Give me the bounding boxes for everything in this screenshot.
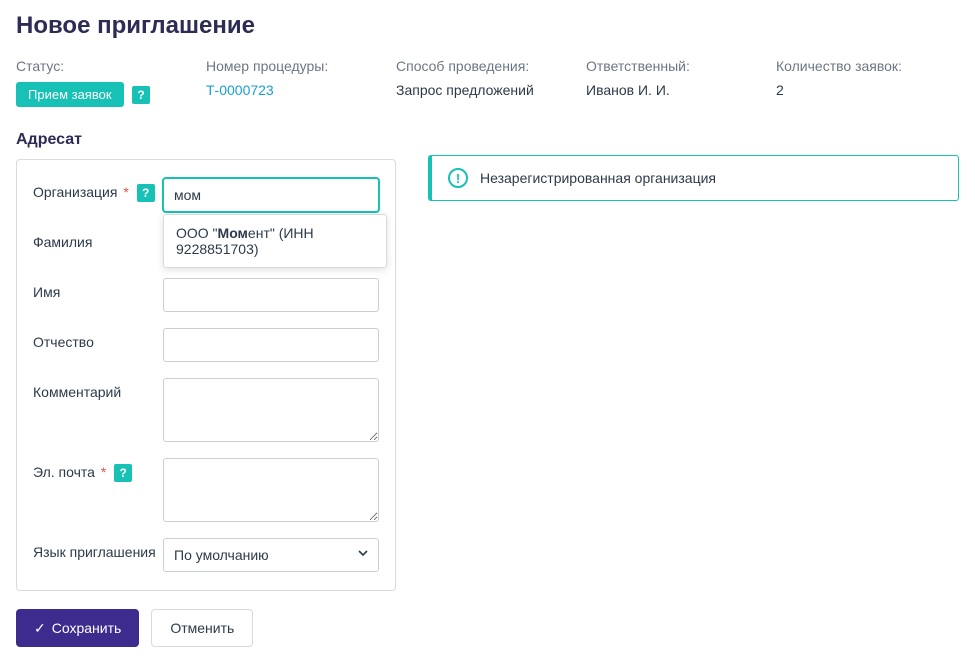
status-label: Статус: bbox=[16, 58, 156, 74]
required-marker: * bbox=[101, 464, 106, 480]
help-icon[interactable]: ? bbox=[137, 184, 155, 202]
autocomplete-item[interactable]: ООО "Момент" (ИНН 9228851703) bbox=[164, 215, 386, 267]
lang-label: Язык приглашения bbox=[33, 538, 163, 560]
email-label: Эл. почта * ? bbox=[33, 458, 163, 482]
help-icon[interactable]: ? bbox=[132, 86, 150, 104]
page-title: Новое приглашение bbox=[16, 12, 959, 40]
alert-unregistered: ! Незарегистрированная организация bbox=[428, 155, 959, 201]
middlename-label: Отчество bbox=[33, 328, 163, 350]
firstname-input[interactable] bbox=[163, 278, 379, 312]
comment-textarea[interactable] bbox=[163, 378, 379, 442]
help-icon[interactable]: ? bbox=[114, 464, 132, 482]
lastname-label: Фамилия bbox=[33, 228, 163, 250]
form-box: Организация * ? ООО "Момент" (ИНН 922885… bbox=[16, 159, 396, 591]
check-icon bbox=[34, 620, 46, 637]
firstname-label: Имя bbox=[33, 278, 163, 300]
responsible-label: Ответственный: bbox=[586, 58, 726, 74]
info-icon: ! bbox=[448, 168, 468, 188]
autocomplete-dropdown: ООО "Момент" (ИНН 9228851703) bbox=[163, 214, 387, 268]
count-label: Количество заявок: bbox=[776, 58, 916, 74]
procedure-number-link[interactable]: Т-0000723 bbox=[206, 82, 346, 98]
email-textarea[interactable] bbox=[163, 458, 379, 522]
middlename-input[interactable] bbox=[163, 328, 379, 362]
org-label: Организация * ? bbox=[33, 178, 163, 202]
method-value: Запрос предложений bbox=[396, 82, 536, 98]
info-row: Статус: Прием заявок ? Номер процедуры: … bbox=[16, 58, 959, 107]
count-value: 2 bbox=[776, 82, 916, 98]
alert-text: Незарегистрированная организация bbox=[480, 170, 716, 186]
number-label: Номер процедуры: bbox=[206, 58, 346, 74]
status-badge: Прием заявок bbox=[16, 82, 124, 107]
section-title: Адресат bbox=[16, 131, 396, 149]
required-marker: * bbox=[123, 184, 128, 200]
lang-select[interactable]: По умолчанию bbox=[163, 538, 379, 572]
responsible-value: Иванов И. И. bbox=[586, 82, 726, 98]
comment-label: Комментарий bbox=[33, 378, 163, 400]
method-label: Способ проведения: bbox=[396, 58, 536, 74]
org-input[interactable] bbox=[163, 178, 379, 212]
